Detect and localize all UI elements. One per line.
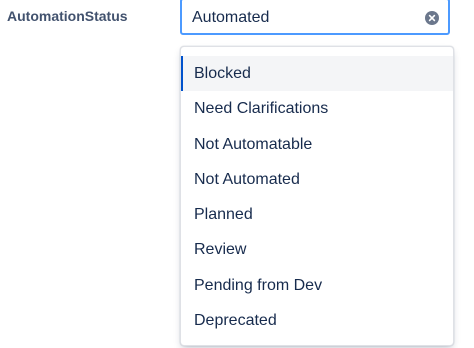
selected-value: Automated bbox=[192, 9, 270, 26]
option-deprecated[interactable]: Deprecated bbox=[181, 303, 453, 338]
option-not-automatable[interactable]: Not Automatable bbox=[181, 127, 453, 162]
field-label: AutomationStatus bbox=[7, 8, 128, 24]
automation-status-select[interactable]: Automated bbox=[180, 0, 450, 35]
clear-icon[interactable] bbox=[425, 11, 439, 25]
automation-status-field: AutomationStatus Automated Blocked Need … bbox=[0, 0, 474, 348]
option-review[interactable]: Review bbox=[181, 232, 453, 267]
option-blocked[interactable]: Blocked bbox=[181, 56, 453, 92]
option-need-clarifications[interactable]: Need Clarifications bbox=[181, 91, 453, 126]
option-not-automated[interactable]: Not Automated bbox=[181, 162, 453, 197]
dropdown-menu: Blocked Need Clarifications Not Automata… bbox=[180, 46, 454, 346]
option-planned[interactable]: Planned bbox=[181, 197, 453, 232]
option-pending-from-dev[interactable]: Pending from Dev bbox=[181, 268, 453, 303]
